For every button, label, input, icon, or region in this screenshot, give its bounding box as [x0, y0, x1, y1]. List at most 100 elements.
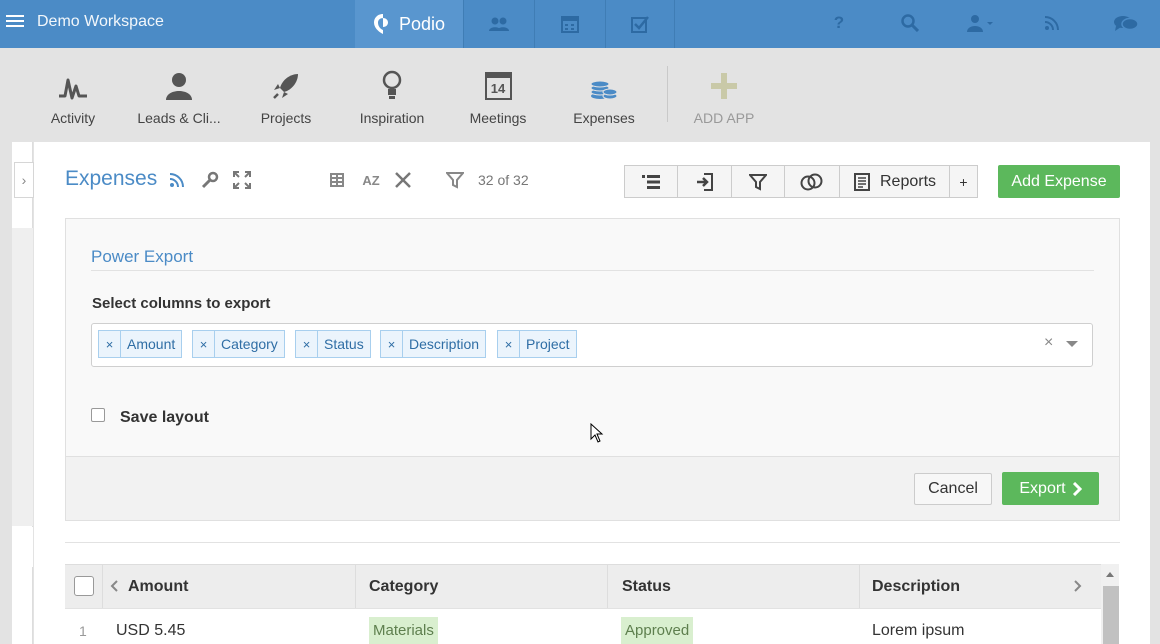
- rss-icon[interactable]: [167, 170, 187, 190]
- podio-home-link[interactable]: Podio: [355, 0, 463, 48]
- chip-label: Status: [324, 336, 364, 352]
- column-chip-description: × Description: [380, 330, 487, 358]
- column-chip-project: × Project: [497, 330, 577, 358]
- export-button[interactable]: Export: [1002, 472, 1099, 505]
- app-meetings[interactable]: 14 Meetings: [448, 68, 548, 126]
- save-layout-label[interactable]: Save layout: [120, 409, 209, 427]
- remove-chip-icon[interactable]: ×: [99, 331, 121, 357]
- column-chip-category: × Category: [192, 330, 285, 358]
- reports-add-button[interactable]: +: [949, 165, 978, 198]
- overlap-circles-icon: [800, 173, 823, 190]
- add-app-button[interactable]: ADD APP: [674, 68, 774, 126]
- app-label: Activity: [50, 110, 96, 126]
- activity-icon: [59, 78, 87, 100]
- app-inspiration[interactable]: Inspiration: [342, 68, 442, 126]
- app-expenses[interactable]: Expenses: [554, 68, 654, 126]
- import-button[interactable]: [677, 165, 732, 198]
- column-chip-amount: × Amount: [98, 330, 183, 358]
- dropdown-caret-icon[interactable]: [1066, 341, 1078, 347]
- top-bar: Demo Workspace Podio ?: [0, 0, 1160, 48]
- user-menu-icon[interactable]: [964, 12, 996, 34]
- chip-label: Amount: [127, 336, 176, 352]
- chip-label: Project: [526, 336, 570, 352]
- rocket-icon: [273, 74, 298, 99]
- app-label: Expenses: [573, 110, 635, 126]
- chat-icon[interactable]: [1112, 12, 1140, 34]
- app-label: Meetings: [469, 110, 527, 126]
- app-leads[interactable]: Leads & Cli...: [129, 68, 229, 126]
- contacts-button[interactable]: [463, 0, 533, 48]
- help-icon[interactable]: ?: [827, 12, 851, 34]
- leads-icon: [166, 73, 192, 100]
- calendar-icon: [560, 16, 579, 33]
- save-layout-checkbox[interactable]: [91, 408, 105, 422]
- tools-icon[interactable]: [393, 170, 413, 190]
- filter-button[interactable]: [731, 165, 785, 198]
- mouse-pointer-icon: [590, 423, 604, 443]
- remove-chip-icon[interactable]: ×: [296, 331, 318, 357]
- app-label: ADD APP: [693, 110, 755, 126]
- row-number: 1: [79, 623, 87, 639]
- column-header-status[interactable]: Status: [622, 578, 671, 596]
- search-icon[interactable]: [898, 12, 922, 34]
- app-label: Inspiration: [359, 110, 425, 126]
- select-columns-label: Select columns to export: [92, 295, 271, 312]
- item-count: 32 of 32: [478, 172, 529, 188]
- cell-amount: USD 5.45: [116, 622, 186, 639]
- column-header-amount[interactable]: Amount: [128, 578, 188, 596]
- left-rail-shade: [12, 228, 33, 526]
- sidebar-toggle-icon[interactable]: ›: [14, 162, 34, 198]
- chevron-right-icon: [1072, 481, 1082, 496]
- remove-chip-icon[interactable]: ×: [193, 331, 215, 357]
- column-header-description[interactable]: Description: [872, 578, 960, 596]
- app-activity[interactable]: Activity: [23, 68, 123, 126]
- layout-list-button[interactable]: [624, 165, 678, 198]
- grid-view-icon[interactable]: [327, 170, 347, 190]
- contacts-icon: [488, 17, 509, 31]
- chip-label: Category: [221, 336, 278, 352]
- activity-feed-icon[interactable]: [1040, 12, 1064, 34]
- lightbulb-icon: [382, 70, 402, 99]
- calendar-button[interactable]: [534, 0, 604, 48]
- scrollbar-thumb[interactable]: [1103, 586, 1119, 644]
- chip-label: Description: [409, 336, 480, 352]
- coins-icon: [590, 80, 618, 100]
- app-divider: [667, 66, 668, 122]
- clear-selection-icon[interactable]: ×: [1044, 334, 1053, 352]
- filter-icon[interactable]: [445, 170, 465, 190]
- compare-button[interactable]: [784, 165, 840, 198]
- tasks-button[interactable]: [605, 0, 675, 48]
- page-title: Expenses: [65, 167, 158, 190]
- list-layout-icon: [642, 174, 660, 189]
- sort-az-icon[interactable]: AZ: [359, 170, 383, 190]
- hamburger-menu-icon[interactable]: [6, 12, 24, 30]
- reports-label: Reports: [880, 172, 937, 190]
- podio-logo-icon: [373, 14, 388, 34]
- plus-icon: [711, 73, 737, 99]
- add-expense-button[interactable]: Add Expense: [998, 165, 1120, 198]
- remove-chip-icon[interactable]: ×: [381, 331, 403, 357]
- column-header-category[interactable]: Category: [369, 578, 438, 596]
- tasks-icon: [631, 16, 649, 33]
- left-rail-stripe: [12, 527, 33, 567]
- category-tag: Materials: [369, 617, 438, 644]
- cell-description: Lorem ipsum: [872, 622, 965, 639]
- select-all-checkbox[interactable]: [74, 576, 94, 596]
- import-icon: [696, 172, 713, 191]
- app-label: Projects: [260, 110, 312, 126]
- fullscreen-icon[interactable]: [232, 170, 252, 190]
- reports-button[interactable]: Reports: [839, 165, 950, 198]
- scroll-left-icon[interactable]: [110, 580, 118, 592]
- scroll-right-icon[interactable]: [1074, 580, 1082, 592]
- funnel-icon: [749, 173, 767, 191]
- wrench-icon[interactable]: [200, 170, 220, 190]
- cancel-button[interactable]: Cancel: [914, 473, 992, 505]
- workspace-title[interactable]: Demo Workspace: [37, 13, 164, 31]
- calendar-day: 14: [490, 80, 506, 96]
- app-projects[interactable]: Projects: [236, 68, 336, 126]
- remove-chip-icon[interactable]: ×: [498, 331, 520, 357]
- column-chip-status: × Status: [295, 330, 371, 358]
- scroll-up-arrow-icon[interactable]: [1105, 570, 1115, 578]
- status-tag: Approved: [621, 617, 694, 644]
- brand-name: Podio: [398, 13, 446, 34]
